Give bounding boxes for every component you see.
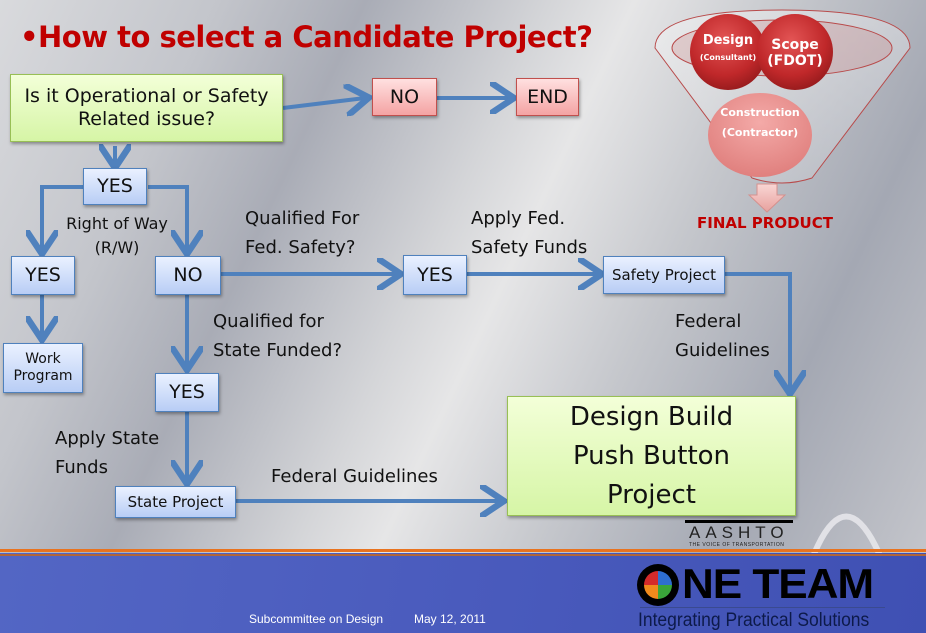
footer-committee: Subcommittee on Design [249, 612, 384, 626]
footer-stripe-brown [0, 554, 926, 556]
construction-label: Construction (Contractor) [720, 106, 800, 139]
footer-date: May 12, 2011 [414, 612, 486, 626]
aashto-logo: AASHTO THE VOICE OF TRANSPORTATION [685, 520, 793, 550]
aashto-tagline: THE VOICE OF TRANSPORTATION [689, 542, 785, 548]
slide: •How to select a Candidate Project? Is i… [0, 0, 926, 633]
one-team-brand: NE TEAM [682, 560, 874, 607]
brand-divider [640, 607, 885, 608]
final-product-label: FINAL PRODUCT [697, 214, 833, 232]
design-label: Design (Consultant) [699, 33, 757, 62]
footer-stripe-orange [0, 549, 926, 552]
scope-label: Scope (FDOT) [767, 37, 823, 70]
aashto-text: AASHTO [689, 523, 789, 542]
final-product-arrow-icon [747, 183, 787, 213]
one-team-tagline: Integrating Practical Solutions [638, 610, 870, 631]
puzzle-logo-icon [637, 564, 679, 606]
